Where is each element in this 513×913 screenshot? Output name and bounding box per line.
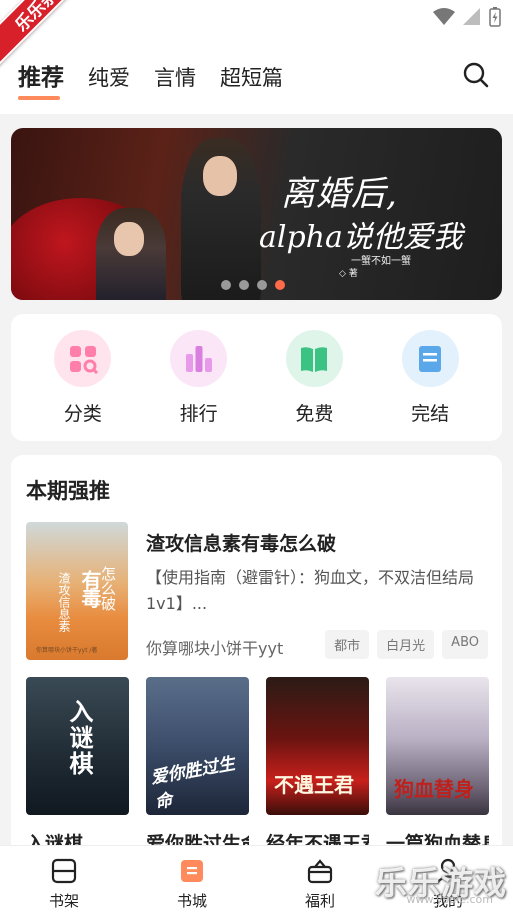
tag[interactable]: 都市 xyxy=(325,630,370,659)
nav-label: 书架 xyxy=(48,892,79,910)
tag[interactable]: ABO xyxy=(442,630,488,659)
book-cover[interactable]: 爱你胜过生命 xyxy=(146,677,249,815)
book-card[interactable]: 不遇王君 经年不遇王君 xyxy=(266,677,369,856)
tab-short[interactable]: 超短篇 xyxy=(220,62,283,92)
cover-text: 渣攻信息素 xyxy=(57,572,71,632)
watermark-url: www.youle.com xyxy=(406,893,493,906)
tab-recommend[interactable]: 推荐 xyxy=(18,58,64,100)
free-book-icon xyxy=(285,330,343,387)
bookstore-icon xyxy=(181,860,203,882)
tab-romance[interactable]: 言情 xyxy=(154,62,196,92)
banner-carousel[interactable]: 离婚后, alpha说他爱我 一蟹不如一蟹 ◇ 著 xyxy=(11,128,502,300)
cover-text: 入谜棋 xyxy=(65,699,93,777)
nav-bookshelf[interactable]: 书架 xyxy=(0,846,128,913)
book-cover[interactable]: 入谜棋 xyxy=(26,677,129,815)
tab-pure-love[interactable]: 纯爱 xyxy=(88,62,130,92)
recommend-section: 本期强推 渣攻信息素 有毒 怎么破 你算哪块小饼干yyt /著 渣攻信息素有毒怎… xyxy=(11,455,502,875)
feature-book-title[interactable]: 渣攻信息素有毒怎么破 xyxy=(146,529,336,556)
cover-text: 狗血替身 xyxy=(394,777,474,801)
quick-label: 排行 xyxy=(179,403,218,425)
search-icon[interactable] xyxy=(463,62,489,88)
quick-free[interactable]: 免费 xyxy=(269,314,359,441)
banner-author: 一蟹不如一蟹 xyxy=(351,256,411,267)
carousel-dot[interactable] xyxy=(239,280,249,290)
section-title: 本期强推 xyxy=(26,479,110,503)
finished-book-icon xyxy=(401,330,459,387)
quick-ranking[interactable]: 排行 xyxy=(154,314,244,441)
top-nav: 推荐 纯爱 言情 超短篇 xyxy=(0,32,513,114)
book-cover[interactable]: 狗血替身 xyxy=(386,677,489,815)
battery-icon xyxy=(489,7,501,27)
book-card[interactable]: 爱你胜过生命 爱你胜过生命 xyxy=(146,677,249,856)
wifi-icon xyxy=(433,8,455,25)
cover-text: 爱你胜过生命 xyxy=(149,753,237,814)
carousel-dot-active[interactable] xyxy=(275,280,285,290)
quick-label: 完结 xyxy=(411,403,450,425)
quick-category[interactable]: 分类 xyxy=(38,314,128,441)
book-cover[interactable]: 不遇王君 xyxy=(266,677,369,815)
banner-art-figure xyxy=(181,138,261,300)
feature-book-desc: 【使用指南（避雷针）：狗血文，不双洁但结局1v1】... xyxy=(146,568,475,613)
tag[interactable]: 白月光 xyxy=(377,630,435,659)
banner-art-figure xyxy=(96,208,166,300)
feature-book-author: 你算哪块小饼干yyt xyxy=(146,639,284,658)
cover-footer: 你算哪块小饼干yyt /著 xyxy=(36,647,98,654)
gift-icon xyxy=(307,859,333,884)
banner-subtitle: alpha说他爱我 xyxy=(259,220,463,255)
book-card[interactable]: 狗血替身 一篇狗血替身文 xyxy=(386,677,489,856)
quick-label: 免费 xyxy=(295,403,334,425)
carousel-dots xyxy=(221,280,285,290)
cover-text: 不遇王君 xyxy=(274,773,354,797)
carousel-dot[interactable] xyxy=(257,280,267,290)
quick-entry-panel: 分类 排行 免费 完结 xyxy=(11,314,502,441)
cover-text: 怎么破 xyxy=(99,566,117,611)
nav-bookstore[interactable]: 书城 xyxy=(128,846,256,913)
nav-label: 福利 xyxy=(304,892,335,910)
quick-label: 分类 xyxy=(63,403,102,425)
carousel-dot[interactable] xyxy=(221,280,231,290)
signal-icon xyxy=(463,8,480,25)
nav-label: 书城 xyxy=(176,892,207,910)
banner-pen: ◇ 著 xyxy=(339,269,358,279)
nav-benefits[interactable]: 福利 xyxy=(256,846,384,913)
feature-book-cover[interactable]: 渣攻信息素 有毒 怎么破 你算哪块小饼干yyt /著 xyxy=(26,522,128,660)
book-row: 入谜棋 入谜棋 爱你胜过生命 爱你胜过生命 不遇王君 经年不遇王君 狗血替身 一… xyxy=(26,677,489,856)
category-icon xyxy=(54,330,112,387)
bookshelf-icon xyxy=(51,858,77,884)
ranking-icon xyxy=(170,330,228,387)
quick-finished[interactable]: 完结 xyxy=(385,314,475,441)
book-card[interactable]: 入谜棋 入谜棋 xyxy=(26,677,129,856)
banner-title: 离婚后, xyxy=(281,174,398,214)
status-bar xyxy=(0,0,513,32)
tag-list: 都市 白月光 ABO xyxy=(325,630,488,659)
